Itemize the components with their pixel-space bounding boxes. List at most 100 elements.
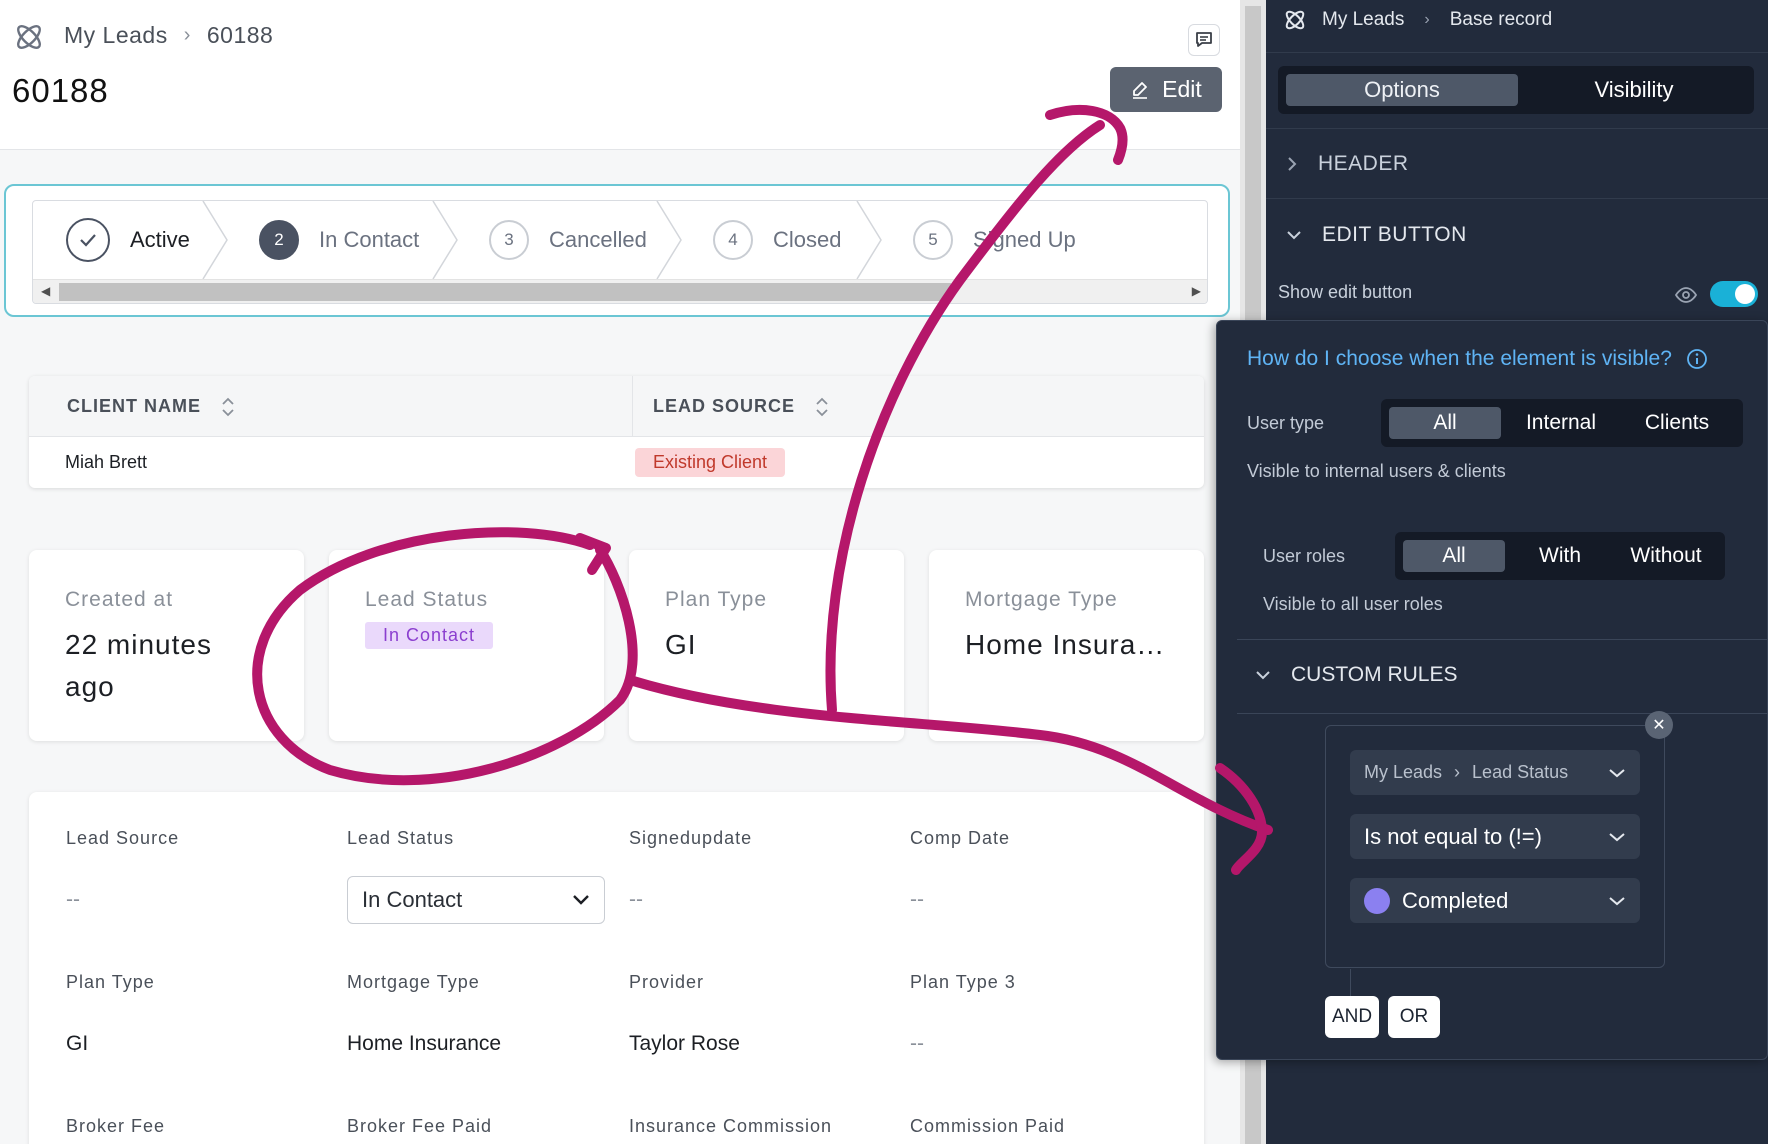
step-signed-up[interactable]: 5 Signed Up [913, 201, 1076, 279]
field-value-provider: Taylor Rose [629, 1032, 740, 1055]
app-logo-icon[interactable] [12, 20, 46, 54]
step-label: In Contact [319, 227, 420, 252]
edit-button-label: Edit [1162, 76, 1202, 102]
custom-rule: My Leads › Lead Status Is not equal to (… [1325, 725, 1665, 999]
step-label: Signed Up [973, 227, 1076, 252]
toggle-knob [1735, 284, 1755, 304]
divider [1237, 639, 1768, 640]
stat-value: Home Insura… [965, 629, 1166, 660]
section-edit-button[interactable]: EDIT BUTTON [1266, 200, 1768, 270]
scroll-left-arrow-icon[interactable]: ◀ [41, 284, 50, 298]
sort-icon [816, 397, 828, 416]
user-roles-with[interactable]: With [1509, 540, 1611, 572]
panel-breadcrumb: My Leads › Base record [1282, 6, 1552, 34]
and-button[interactable]: AND [1325, 996, 1379, 1038]
user-roles-all[interactable]: All [1403, 540, 1505, 572]
column-divider [632, 376, 633, 437]
tab-visibility[interactable]: Visibility [1522, 74, 1746, 106]
column-header-label: LEAD SOURCE [653, 396, 796, 416]
step-active[interactable]: Active [66, 201, 190, 279]
user-type-help: Visible to internal users & clients [1247, 461, 1506, 481]
field-label-lead-status: Lead Status [347, 828, 455, 848]
step-number: 5 [913, 220, 953, 260]
column-header-client-name[interactable]: CLIENT NAME [67, 376, 235, 437]
divider [1237, 713, 1768, 714]
help-link[interactable]: How do I choose when the element is visi… [1247, 347, 1708, 371]
eye-icon[interactable] [1674, 283, 1698, 307]
lead-status-select-value: In Contact [362, 887, 463, 912]
user-type-clients[interactable]: Clients [1621, 407, 1733, 439]
user-roles-without[interactable]: Without [1615, 540, 1717, 572]
table-header: CLIENT NAME LEAD SOURCE [29, 376, 1204, 437]
show-edit-label: Show edit button [1278, 282, 1413, 302]
user-type-label: User type [1247, 413, 1325, 433]
user-type-segmented: All Internal Clients [1381, 399, 1743, 447]
stat-card-mortgage-type: Mortgage Type Home Insura… [929, 550, 1204, 741]
remove-rule-button[interactable]: ✕ [1645, 711, 1673, 739]
rule-operator-value: Is not equal to (!=) [1364, 823, 1542, 849]
step-label: Cancelled [549, 227, 647, 252]
stepper-scrollbar[interactable]: ◀ ▶ [33, 279, 1207, 303]
rule-value: Completed [1364, 887, 1508, 914]
lead-source-badge: Existing Client [635, 447, 786, 477]
field-label-provider: Provider [629, 972, 705, 992]
info-icon [1687, 349, 1707, 369]
table-cell-lead-source: Existing Client [635, 437, 786, 487]
stepper-scroll-thumb[interactable] [59, 283, 951, 301]
field-label-signedupdate: Signedupdate [629, 828, 753, 848]
chevron-right-icon [1288, 156, 1297, 171]
column-header-label: CLIENT NAME [67, 396, 201, 416]
chevron-down-icon [1609, 768, 1625, 777]
custom-rules-title: CUSTOM RULES [1291, 663, 1458, 686]
step-in-contact[interactable]: 2 In Contact [259, 201, 419, 279]
panel-breadcrumb-current: Base record [1449, 9, 1553, 30]
step-separator-icon [202, 201, 228, 279]
field-value-plan-type-3: -- [910, 1032, 924, 1055]
rule-connector [1350, 969, 1351, 999]
field-value-mortgage-type: Home Insurance [347, 1032, 502, 1055]
panel-breadcrumb-root[interactable]: My Leads [1322, 9, 1404, 31]
section-header[interactable]: HEADER [1266, 129, 1768, 199]
edit-button[interactable]: Edit [1110, 67, 1222, 112]
stat-label: Lead Status [365, 588, 489, 611]
check-circle-icon [66, 218, 110, 262]
app-logo-icon[interactable] [1282, 7, 1308, 33]
rule-operator-select[interactable]: Is not equal to (!=) [1350, 814, 1640, 859]
chevron-down-icon [1287, 231, 1301, 240]
step-separator-icon [432, 201, 458, 279]
section-title: HEADER [1318, 151, 1409, 175]
table-cell-client-name[interactable]: Miah Brett [65, 437, 147, 487]
rule-value-select[interactable]: Completed [1350, 878, 1640, 923]
step-cancelled[interactable]: 3 Cancelled [489, 201, 647, 279]
user-type-internal[interactable]: Internal [1505, 407, 1617, 439]
step-closed[interactable]: 4 Closed [713, 201, 841, 279]
breadcrumb-chevron-icon: › [1454, 762, 1461, 782]
step-separator-icon [656, 201, 682, 279]
section-title: EDIT BUTTON [1322, 223, 1467, 246]
rule-field-path: My Leads › Lead Status [1364, 762, 1568, 783]
field-label-plan-type: Plan Type [66, 972, 155, 992]
show-edit-toggle[interactable] [1710, 281, 1758, 307]
breadcrumb-chevron-icon: › [183, 24, 191, 46]
stat-card-plan-type: Plan Type GI [629, 550, 904, 741]
user-type-all[interactable]: All [1389, 407, 1501, 439]
or-button[interactable]: OR [1388, 996, 1440, 1038]
breadcrumb-root[interactable]: My Leads [64, 22, 168, 49]
breadcrumb-current: 60188 [206, 22, 274, 48]
rule-field-select[interactable]: My Leads › Lead Status [1350, 750, 1640, 795]
field-value-plan-type: GI [66, 1032, 89, 1055]
custom-rules-section-toggle[interactable]: CUSTOM RULES [1255, 663, 1457, 687]
stat-value: GI [665, 629, 697, 660]
column-header-lead-source[interactable]: LEAD SOURCE [653, 376, 829, 437]
status-stepper-container: Active 2 In Contact 3 Cancelled 4 Closed… [4, 184, 1230, 317]
field-label-broker-fee-paid: Broker Fee Paid [347, 1116, 493, 1136]
breadcrumb-chevron-icon: › [1424, 11, 1430, 28]
scroll-right-arrow-icon[interactable]: ▶ [1192, 284, 1201, 298]
tab-options[interactable]: Options [1286, 74, 1518, 106]
visibility-rules-popover: How do I choose when the element is visi… [1216, 320, 1768, 1060]
field-label-comp-date: Comp Date [910, 828, 1011, 848]
step-number: 2 [259, 220, 299, 260]
lead-status-select[interactable]: In Contact [347, 876, 605, 924]
comments-button[interactable] [1188, 24, 1220, 56]
stat-label: Mortgage Type [965, 588, 1118, 611]
